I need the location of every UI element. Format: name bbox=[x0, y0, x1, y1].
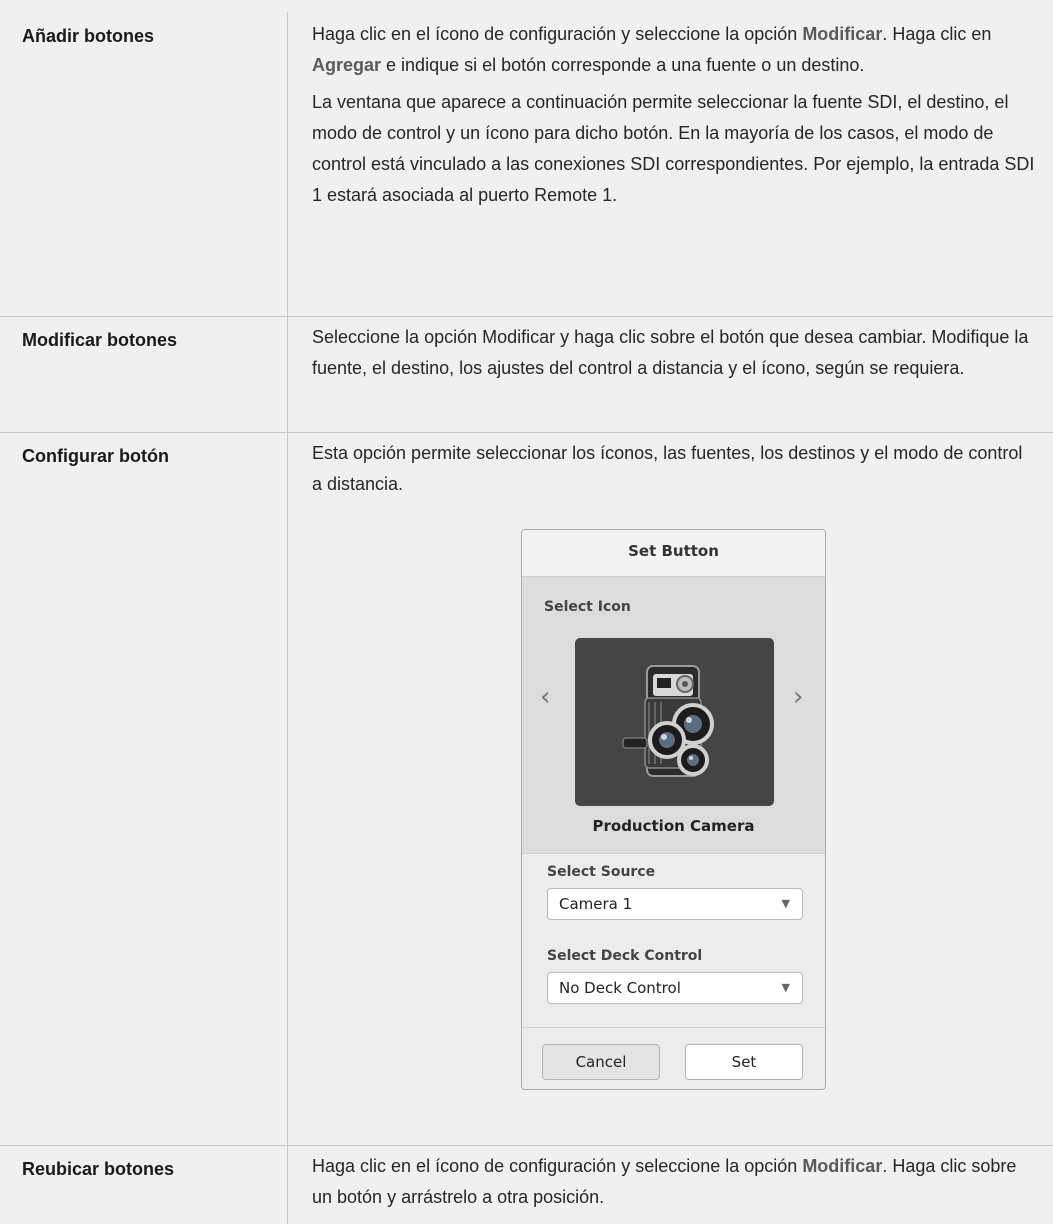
select-deck-control-label: Select Deck Control bbox=[547, 948, 703, 964]
row-desc-reubicar-botones: Haga clic en el ícono de configuración y… bbox=[312, 1151, 1037, 1213]
paragraph: Haga clic en el ícono de configuración y… bbox=[312, 24, 992, 75]
next-icon-arrow[interactable]: › bbox=[793, 682, 803, 712]
source-dropdown[interactable]: Camera 1 ▼ bbox=[547, 888, 803, 920]
keyword: Agregar bbox=[312, 55, 382, 75]
set-button[interactable]: Set bbox=[685, 1044, 803, 1080]
prev-icon-arrow[interactable]: ‹ bbox=[540, 682, 550, 712]
row-desc-configurar-boton: Esta opción permite seleccionar los ícon… bbox=[312, 438, 1037, 500]
icon-preview bbox=[575, 638, 774, 806]
row-divider bbox=[0, 316, 1053, 317]
row-desc-anadir-botones: Haga clic en el ícono de configuración y… bbox=[312, 19, 1037, 211]
paragraph: Seleccione la opción Modificar y haga cl… bbox=[312, 327, 1029, 378]
deck-control-dropdown[interactable]: No Deck Control ▼ bbox=[547, 972, 803, 1004]
select-source-label: Select Source bbox=[547, 864, 656, 880]
select-icon-label: Select Icon bbox=[544, 599, 631, 615]
paragraph: Haga clic en el ícono de configuración y… bbox=[312, 1156, 1017, 1207]
row-label-modificar-botones: Modificar botones bbox=[22, 330, 178, 350]
keyword: Modificar bbox=[802, 1156, 883, 1176]
row-divider bbox=[0, 432, 1053, 433]
movie-camera-icon bbox=[622, 665, 714, 777]
source-value: Camera 1 bbox=[559, 895, 633, 913]
row-label-anadir-botones: Añadir botones bbox=[22, 26, 155, 46]
row-label-reubicar-botones: Reubicar botones bbox=[22, 1159, 175, 1179]
paragraph: La ventana que aparece a continuación pe… bbox=[312, 92, 1035, 205]
set-button-dialog: Set Button Select Icon ‹ › Production Ca… bbox=[521, 529, 826, 1090]
chevron-down-icon: ▼ bbox=[781, 897, 790, 910]
keyword: Modificar bbox=[802, 24, 883, 44]
row-desc-modificar-botones: Seleccione la opción Modificar y haga cl… bbox=[312, 322, 1037, 384]
column-divider bbox=[287, 12, 288, 1224]
icon-name: Production Camera bbox=[592, 817, 755, 835]
paragraph: Esta opción permite seleccionar los ícon… bbox=[312, 443, 1023, 494]
icon-selector: Select Icon ‹ › Production Camera bbox=[522, 576, 825, 854]
row-label-configurar-boton: Configurar botón bbox=[22, 446, 169, 466]
dialog-title: Set Button bbox=[522, 530, 825, 576]
deck-control-value: No Deck Control bbox=[559, 979, 681, 997]
dialog-footer-divider bbox=[522, 1027, 825, 1028]
chevron-down-icon: ▼ bbox=[781, 981, 790, 994]
cancel-button[interactable]: Cancel bbox=[542, 1044, 660, 1080]
row-divider bbox=[0, 1145, 1053, 1146]
